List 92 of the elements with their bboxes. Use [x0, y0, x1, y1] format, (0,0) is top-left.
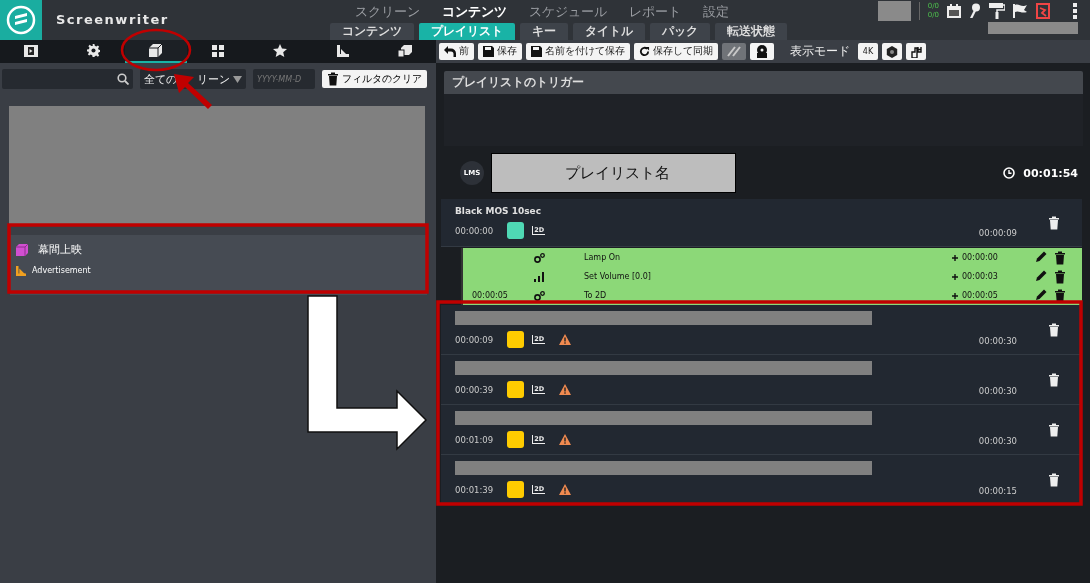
hexagon-icon	[886, 45, 898, 58]
grid-icon	[212, 44, 224, 57]
cue-offset: 00:00:05	[962, 291, 998, 300]
sub-tab[interactable]: タイトル	[573, 23, 645, 40]
ruler-icon	[336, 44, 349, 57]
flag-icon[interactable]	[1013, 4, 1028, 18]
app-title: Screenwriter	[56, 12, 170, 29]
cube-icon	[149, 44, 163, 57]
library-tab[interactable]	[124, 40, 187, 63]
search-icon	[117, 73, 129, 85]
trash-icon[interactable]	[1048, 422, 1060, 437]
view-mode-button[interactable]: 4K	[858, 43, 878, 60]
nav-tab[interactable]: スケジュール	[529, 2, 607, 21]
pencil-icon[interactable]	[1036, 250, 1047, 262]
playlist-name-field[interactable]: プレイリスト名	[491, 153, 736, 193]
nav-tab[interactable]: 設定	[703, 2, 729, 21]
toolbar-button[interactable]: 名前を付けて保存	[526, 43, 630, 60]
save-icon	[483, 46, 494, 57]
triggers-header: プレイリストのトリガー	[444, 71, 1083, 94]
cue-label: Lamp On	[584, 253, 621, 262]
trash-icon[interactable]	[1054, 288, 1066, 303]
ruler-icon	[16, 265, 26, 276]
item-duration: 00:00:30	[978, 386, 1017, 396]
toolbar-button[interactable]	[750, 43, 774, 60]
gears-icon	[534, 290, 545, 301]
trash-icon[interactable]	[1048, 215, 1060, 230]
pencil-icon[interactable]	[1036, 269, 1047, 281]
cue-offset: 00:00:00	[962, 253, 998, 262]
cue-label: Set Volume [0.0]	[584, 272, 651, 281]
annotation-arrow	[174, 74, 212, 109]
pencil-icon[interactable]	[1036, 288, 1047, 300]
unlink-icon	[727, 46, 741, 57]
item-start-time: 00:00:39	[455, 384, 494, 395]
annotation-circle	[120, 28, 192, 72]
plus-icon	[952, 292, 958, 299]
stack-icon	[397, 44, 412, 57]
nav-tab[interactable]: スクリーン	[355, 2, 420, 21]
toolbar-button[interactable]: 前	[439, 43, 474, 60]
view-mode-button[interactable]	[906, 43, 926, 60]
search-field[interactable]	[2, 69, 133, 89]
trash-icon[interactable]	[327, 72, 339, 86]
trash-icon[interactable]	[1054, 269, 1066, 284]
item-duration: 00:00:15	[978, 486, 1017, 496]
trash-icon[interactable]	[1048, 322, 1060, 337]
library-item[interactable]: Advertisement	[32, 266, 91, 275]
film-icon	[24, 44, 39, 57]
save-icon	[531, 46, 542, 57]
plus-icon	[952, 254, 958, 261]
paint-roller-icon[interactable]	[989, 3, 1005, 19]
signal-bars-icon	[534, 271, 544, 282]
nav-tab[interactable]: レポート	[629, 2, 681, 21]
trash-icon[interactable]	[1048, 372, 1060, 387]
trash-icon[interactable]	[1048, 472, 1060, 487]
item-start-time: 00:01:09	[455, 434, 494, 445]
cue-time: 00:00:05	[472, 291, 508, 300]
trash-icon[interactable]	[1054, 250, 1066, 265]
nav-tab[interactable]: コンテンツ	[442, 2, 507, 21]
star-icon	[273, 44, 288, 57]
item-duration: 00:00:30	[978, 436, 1017, 446]
undo-icon	[444, 46, 456, 57]
cue-offset: 00:00:03	[962, 272, 998, 281]
gears-icon	[534, 252, 545, 263]
sub-tab[interactable]: 転送状態	[715, 23, 787, 40]
library-item[interactable]: 幕間上映	[38, 242, 82, 257]
playlist-duration: 00:01:54	[1023, 166, 1078, 180]
calendar-icon[interactable]	[947, 4, 961, 18]
item-start-time: 00:00:09	[455, 334, 494, 345]
cue-label: To 2D	[584, 291, 607, 300]
view-mode-button[interactable]	[882, 43, 902, 60]
sub-tab[interactable]: キー	[520, 23, 568, 40]
key-icon[interactable]	[969, 3, 981, 19]
plus-icon	[952, 273, 958, 280]
status-box	[877, 1, 911, 21]
refresh-icon	[639, 46, 650, 57]
item-start-time: 00:01:39	[455, 484, 494, 495]
item-title: Black MOS 10sec	[455, 206, 542, 216]
item-start-time: 00:00:00	[455, 225, 494, 236]
clock-icon	[1003, 167, 1016, 179]
more-menu-icon[interactable]	[1072, 3, 1078, 19]
toolbar-button[interactable]: 保存	[478, 43, 522, 60]
cube-icon	[16, 243, 28, 256]
toolbar-button[interactable]: 保存して同期	[634, 43, 718, 60]
logo-icon	[6, 5, 36, 35]
sub-tab[interactable]: コンテンツ	[330, 23, 414, 40]
item-duration: 00:00:09	[978, 228, 1017, 238]
clear-filter-button[interactable]: フィルタのクリア	[322, 70, 427, 88]
sub-tab[interactable]: パック	[650, 23, 710, 40]
settings-icon	[86, 44, 100, 57]
view-mode-label: 表示モード	[790, 43, 850, 60]
item-duration: 00:00:30	[978, 336, 1017, 346]
date-field[interactable]: YYYY-MM-D	[253, 69, 315, 89]
caret-icon	[233, 75, 242, 83]
